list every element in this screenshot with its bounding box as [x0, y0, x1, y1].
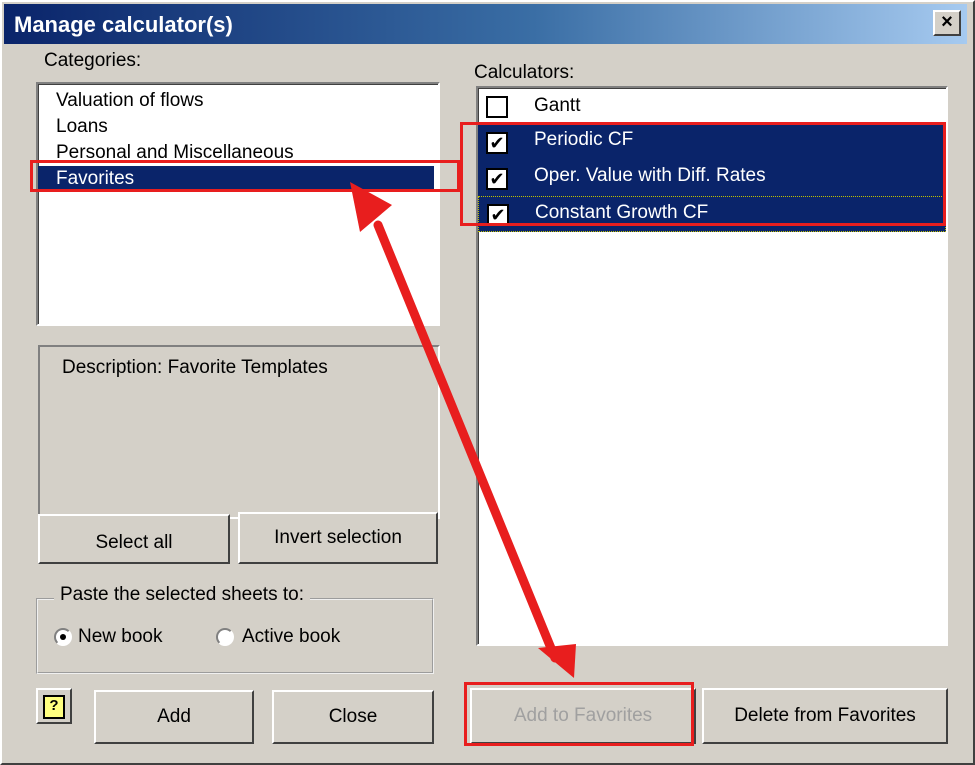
close-icon: × [941, 11, 953, 33]
close-window-button[interactable]: × [933, 10, 961, 36]
select-all-label: Select all [95, 532, 173, 553]
radio-selected-dot-icon [60, 634, 66, 640]
delete-from-favorites-button[interactable]: Delete from Favorites [702, 688, 948, 744]
calculators-label: Calculators: [474, 62, 575, 83]
manage-calculators-dialog: Manage calculator(s) × Categories: Valua… [0, 0, 975, 765]
calculator-item-gantt[interactable]: Gantt [478, 90, 946, 126]
calculator-item-label: Gantt [534, 95, 581, 116]
add-label: Add [157, 706, 191, 727]
description-box: Description: Favorite Templates [38, 345, 440, 519]
invert-selection-label: Invert selection [274, 527, 402, 548]
category-item-label: Loans [56, 116, 108, 137]
window-title: Manage calculator(s) [14, 12, 233, 37]
categories-label: Categories: [44, 50, 142, 71]
close-button[interactable]: Close [272, 690, 434, 744]
categories-list[interactable]: Valuation of flows Loans Personal and Mi… [36, 82, 440, 326]
description-text: Description: Favorite Templates [62, 357, 328, 378]
active-book-label[interactable]: Active book [242, 626, 340, 648]
add-button[interactable]: Add [94, 690, 254, 744]
selected-calculators-highlight-box [460, 122, 946, 226]
active-book-radio[interactable] [216, 628, 234, 646]
help-button[interactable]: ? [36, 688, 72, 724]
category-item-label: Valuation of flows [56, 90, 204, 111]
help-icon: ? [43, 695, 65, 719]
paste-destination-legend: Paste the selected sheets to: [54, 584, 310, 606]
category-item-loans[interactable]: Loans [38, 114, 434, 140]
delete-from-favorites-label: Delete from Favorites [734, 705, 916, 726]
favorites-highlight-box [30, 160, 460, 192]
add-to-favorites-highlight-box [464, 682, 694, 746]
select-all-button[interactable]: Select all [38, 514, 230, 564]
invert-selection-button[interactable]: Invert selection [238, 512, 438, 564]
new-book-label[interactable]: New book [78, 626, 163, 648]
title-bar: Manage calculator(s) × [4, 4, 967, 44]
close-label: Close [328, 706, 378, 727]
new-book-radio[interactable] [54, 628, 72, 646]
category-item-valuation-of-flows[interactable]: Valuation of flows [38, 88, 434, 114]
gantt-checkbox[interactable] [486, 96, 508, 118]
